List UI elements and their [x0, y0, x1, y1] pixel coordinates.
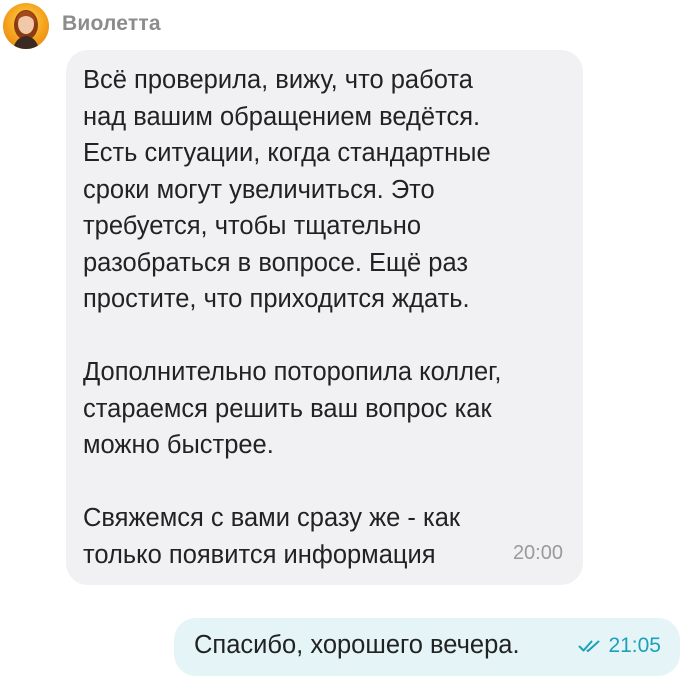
message-paragraph: Дополнительно поторопила коллег, стараем… — [83, 358, 502, 459]
message-paragraph: Всё проверила, вижу, что работа над ваши… — [83, 66, 491, 313]
sender-name: Виолетта — [62, 12, 161, 35]
sender-avatar-image — [13, 10, 39, 49]
sender-avatar[interactable] — [3, 3, 49, 49]
double-check-icon — [578, 640, 600, 652]
message-status: 21:05 — [578, 634, 661, 658]
message-time: 20:00 — [512, 542, 563, 564]
message-time: 21:05 — [608, 634, 661, 657]
message-paragraph: Свяжемся с вами сразу же - как только по… — [83, 504, 461, 569]
outgoing-message-bubble[interactable]: Спасибо, хорошего вечера. 21:05 — [174, 618, 680, 676]
incoming-message-bubble[interactable]: Всё проверила, вижу, что работа над ваши… — [66, 50, 583, 585]
message-text: Спасибо, хорошего вечера. — [194, 631, 520, 659]
